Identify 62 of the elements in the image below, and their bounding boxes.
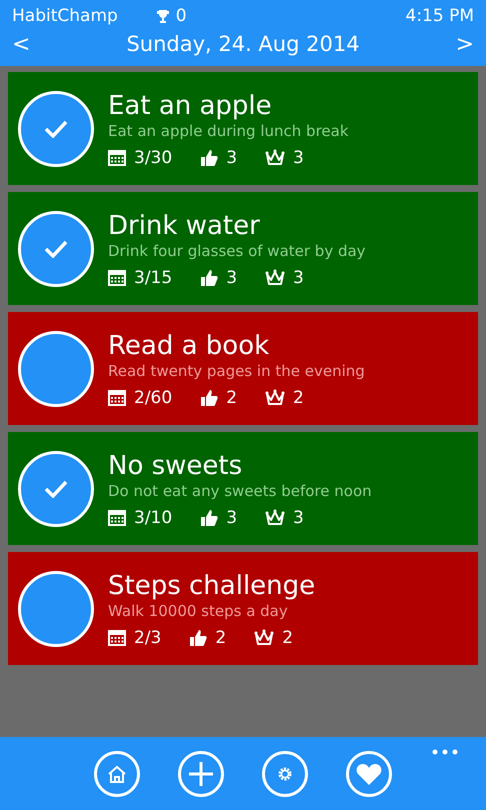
date-title: Sunday, 24. Aug 2014	[126, 32, 360, 56]
habit-card[interactable]: Steps challenge Walk 10000 steps a day 2/3 2 2	[8, 552, 478, 665]
crown-icon	[254, 628, 274, 646]
add-icon	[188, 760, 214, 786]
thumbs-up-icon	[200, 148, 218, 166]
trophy-count: 0	[176, 6, 187, 26]
habit-card[interactable]: No sweets Do not eat any sweets before noon 3/10 3 3	[8, 432, 478, 545]
crown-icon	[265, 388, 286, 406]
habit-card[interactable]: Drink water Drink four glasses of water by day 3/15 3 3	[8, 192, 478, 305]
heart-icon	[356, 762, 382, 786]
thumbs-up-icon	[200, 388, 218, 406]
favorite-button[interactable]	[346, 750, 392, 796]
days-count: 3/30	[134, 148, 172, 168]
crowns-count: 3	[293, 508, 304, 528]
habit-description: Eat an apple during lunch break	[108, 122, 349, 140]
habit-title: Steps challenge	[108, 570, 316, 602]
habit-title: No sweets	[108, 450, 244, 482]
calendar-icon	[108, 269, 126, 286]
home-icon	[107, 764, 127, 784]
likes-count: 3	[226, 148, 238, 168]
days-count: 3/15	[134, 268, 172, 288]
more-icon[interactable]	[432, 749, 458, 755]
days-count: 3/10	[134, 508, 172, 528]
crown-icon	[265, 148, 286, 166]
home-button[interactable]	[94, 750, 140, 796]
likes-count: 3	[226, 268, 238, 288]
calendar-icon	[108, 149, 126, 166]
clock-time: 4:15 PM	[406, 6, 474, 26]
habit-description: Walk 10000 steps a day	[108, 602, 289, 620]
likes-count: 2	[215, 628, 226, 648]
habit-card[interactable]: Read a book Read twenty pages in the evening 2/60 2 2	[8, 312, 478, 425]
habit-description: Read twenty pages in the evening	[108, 362, 365, 380]
habit-description: Do not eat any sweets before noon	[108, 482, 372, 500]
habit-title: Drink water	[108, 210, 261, 242]
thumbs-up-icon	[200, 268, 218, 286]
settings-icon	[277, 766, 293, 782]
habit-title: Eat an apple	[108, 90, 273, 122]
days-count: 2/60	[134, 388, 172, 408]
crowns-count: 3	[293, 148, 304, 168]
crown-icon	[265, 268, 286, 286]
settings-button[interactable]	[262, 750, 308, 796]
crowns-count: 2	[282, 628, 294, 648]
check-icon	[44, 120, 68, 138]
likes-count: 2	[226, 388, 238, 408]
calendar-icon	[108, 389, 126, 406]
crowns-count: 2	[293, 388, 304, 408]
check-icon	[44, 480, 68, 498]
check-icon	[44, 240, 68, 258]
thumbs-up-icon	[200, 508, 218, 526]
habit-description: Drink four glasses of water by day	[108, 242, 366, 260]
crowns-count: 3	[293, 268, 304, 288]
crown-icon	[265, 508, 286, 526]
habit-title: Read a book	[108, 330, 270, 362]
habit-card[interactable]: Eat an apple Eat an apple during lunch break 3/30 3 3	[8, 72, 478, 185]
calendar-icon	[108, 509, 126, 526]
thumbs-up-icon	[189, 628, 208, 646]
calendar-icon	[108, 629, 126, 646]
trophy-icon	[156, 8, 170, 24]
likes-count: 3	[226, 508, 238, 528]
app-name: HabitChamp	[12, 6, 118, 26]
add-button[interactable]	[178, 750, 224, 796]
days-count: 2/3	[134, 628, 162, 648]
